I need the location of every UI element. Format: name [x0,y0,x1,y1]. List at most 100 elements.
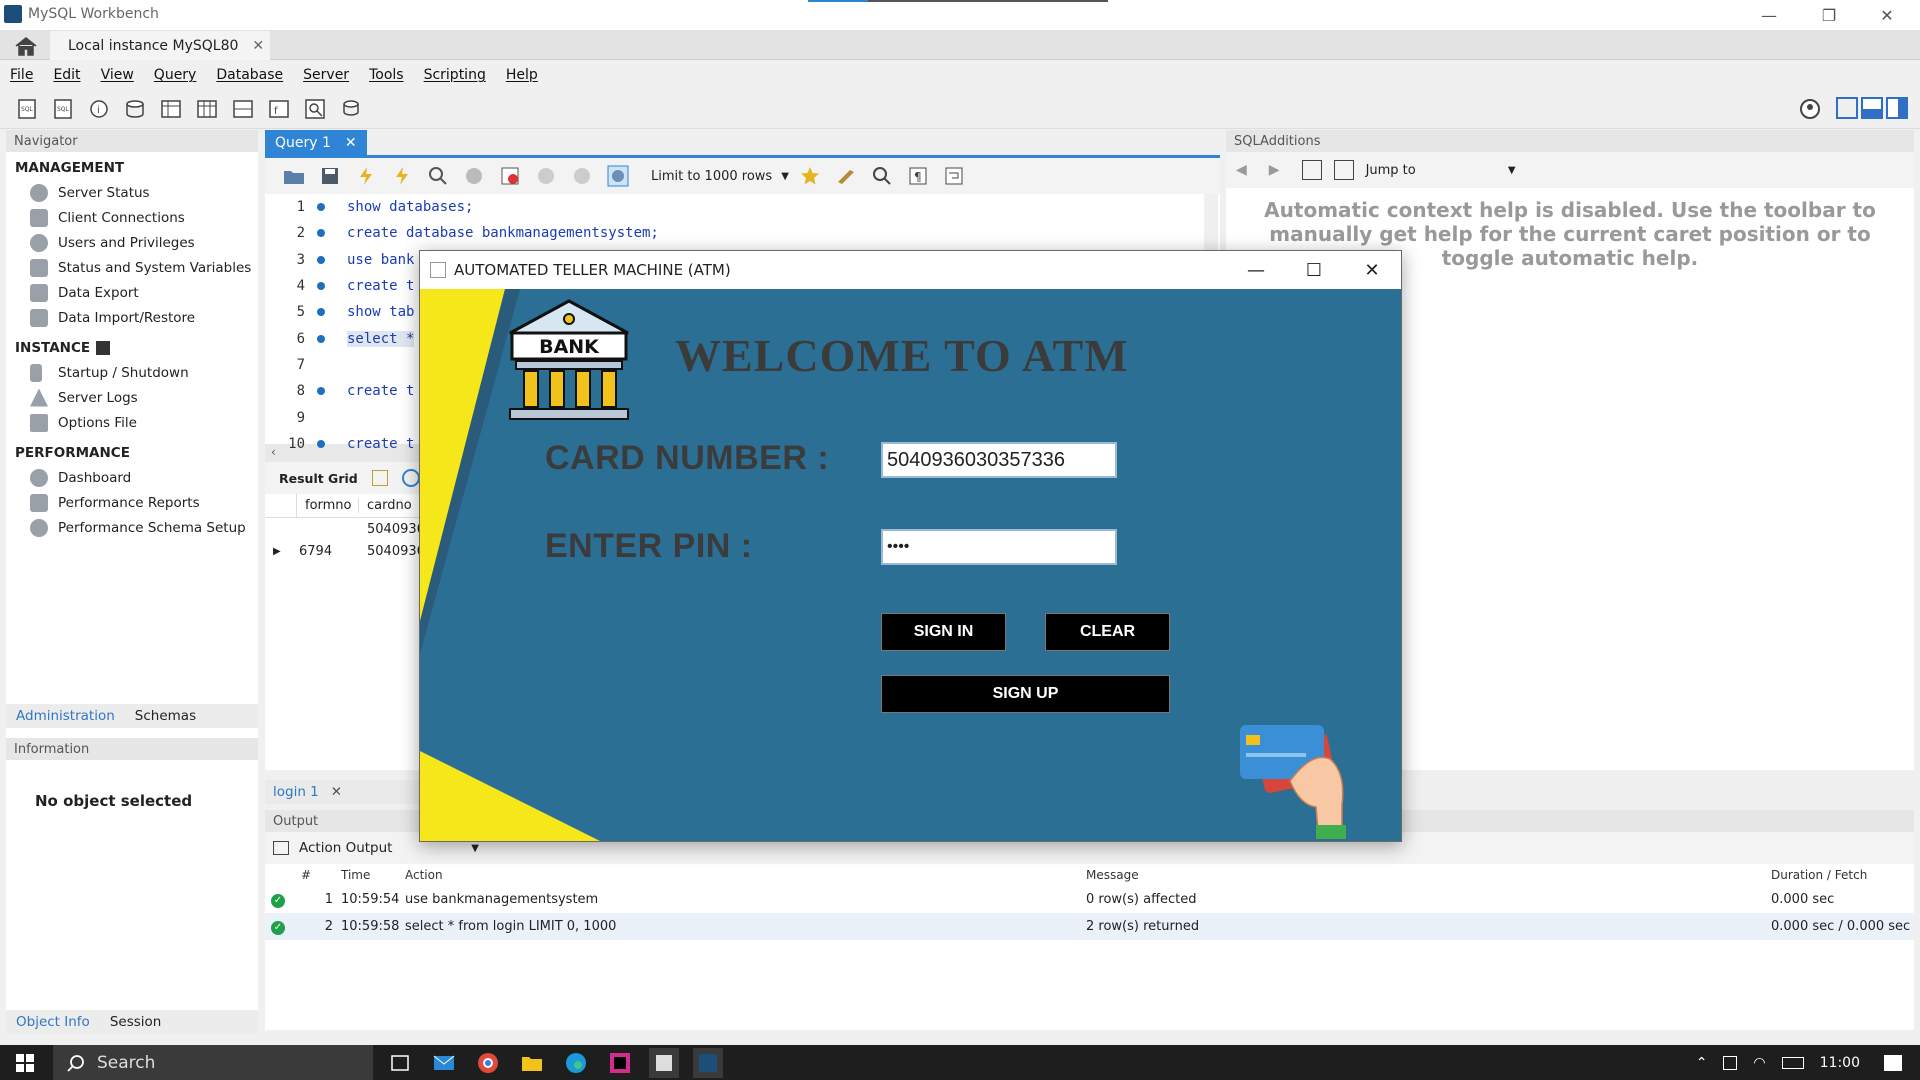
tab-query-1[interactable]: Query 1 ✕ [265,129,367,156]
java-app-task-icon[interactable] [649,1047,679,1078]
minimize-button[interactable]: — [1740,0,1798,30]
layout-toggle-icons[interactable] [1836,97,1908,119]
action-output-select[interactable]: Action Output ▼ [299,840,479,856]
clear-button[interactable]: CLEAR [1045,613,1170,651]
inspector-icon[interactable]: i [84,94,114,124]
mail-icon[interactable] [429,1048,459,1078]
menu-view[interactable]: View [101,67,134,83]
device-icon[interactable] [1723,1055,1738,1070]
nav-dashboard[interactable]: Dashboard [6,465,258,490]
reconnect-icon[interactable] [336,94,366,124]
workbench-task-icon[interactable] [693,1047,723,1078]
menu-file[interactable]: File [10,67,33,83]
notification-icon[interactable] [1884,1054,1902,1071]
refresh-icon[interactable] [401,469,420,487]
chevron-up-icon[interactable]: ⌃ [1696,1055,1708,1071]
beautify-icon[interactable] [831,161,861,191]
invisible-chars-icon[interactable]: ¶ [903,161,933,191]
toggle-error-icon[interactable] [495,161,525,191]
create-function-icon[interactable]: f [264,94,294,124]
sign-up-button[interactable]: SIGN UP [881,675,1170,713]
rollback-icon[interactable] [567,161,597,191]
save-icon[interactable] [315,161,345,191]
open-sql-script-icon[interactable]: SQL [48,94,78,124]
menu-database[interactable]: Database [216,67,283,83]
close-tab-icon[interactable]: ✕ [345,135,357,151]
output-row[interactable]: ✓ 2 10:59:58 select * from login LIMIT 0, … [265,913,1914,940]
explain-icon[interactable] [423,161,453,191]
task-view-icon[interactable] [385,1048,415,1078]
limit-rows-select[interactable]: Limit to 1000 rows ▼ [645,163,795,189]
open-folder-icon[interactable] [279,161,309,191]
tab-schemas[interactable]: Schemas [125,708,206,724]
jump-to-select[interactable]: Jump to ▼ [1366,163,1516,178]
card-number-input[interactable]: 5040936030357336 [881,442,1117,478]
nav-client-connections[interactable]: Client Connections [6,205,258,230]
tab-object-info[interactable]: Object Info [6,1014,100,1030]
taskbar-search[interactable]: Search [53,1045,373,1080]
user-icon[interactable] [1798,97,1822,121]
sign-in-button[interactable]: SIGN IN [881,613,1006,651]
tab-session[interactable]: Session [100,1014,172,1030]
edge-icon[interactable] [561,1048,591,1078]
chrome-icon[interactable] [473,1048,503,1078]
nav-performance-schema-setup[interactable]: Performance Schema Setup [6,515,258,540]
nav-data-import[interactable]: Data Import/Restore [6,305,258,330]
close-tab-icon[interactable]: ✕ [331,784,342,800]
commit-icon[interactable] [531,161,561,191]
forward-icon[interactable]: ▶ [1269,162,1280,178]
nav-performance-reports[interactable]: Performance Reports [6,490,258,515]
atm-minimize-button[interactable]: — [1227,260,1285,281]
keyboard-icon[interactable] [1781,1056,1804,1069]
execute-current-icon[interactable] [387,161,417,191]
atm-maximize-button[interactable]: ☐ [1285,260,1343,281]
nav-users-privileges[interactable]: Users and Privileges [6,230,258,255]
new-sql-tab-icon[interactable]: SQL [12,94,42,124]
search-table-data-icon[interactable] [300,94,330,124]
nav-data-export[interactable]: Data Export [6,280,258,305]
wrap-icon[interactable] [939,161,969,191]
connection-tab[interactable]: Local instance MySQL80 ✕ [50,31,270,60]
create-view-icon[interactable] [192,94,222,124]
stop-icon[interactable] [459,161,489,191]
menu-tools[interactable]: Tools [369,67,404,83]
file-explorer-icon[interactable] [517,1048,547,1078]
execute-icon[interactable] [351,161,381,191]
copy-icon[interactable] [273,841,289,855]
home-icon[interactable] [14,36,38,56]
atm-close-button[interactable]: ✕ [1343,260,1401,281]
nav-server-logs[interactable]: Server Logs [6,385,258,410]
intellij-icon[interactable] [605,1048,635,1078]
nav-server-status[interactable]: Server Status [6,180,258,205]
table-cell[interactable]: 6794 [297,544,359,559]
nav-startup-shutdown[interactable]: Startup / Shutdown [6,360,258,385]
create-table-icon[interactable] [156,94,186,124]
create-procedure-icon[interactable] [228,94,258,124]
auto-help-icon[interactable] [1333,160,1354,180]
nav-options-file[interactable]: Options File [6,410,258,435]
close-tab-icon[interactable]: ✕ [252,38,264,54]
column-header[interactable]: cardno [359,498,412,513]
back-icon[interactable]: ◀ [1236,162,1247,178]
autocommit-icon[interactable] [603,161,633,191]
menu-help[interactable]: Help [506,67,538,83]
menu-scripting[interactable]: Scripting [424,67,486,83]
output-row[interactable]: ✓ 1 10:59:54 use bankmanagementsystem 0 row… [265,886,1914,913]
start-icon[interactable] [10,1048,40,1078]
grid-icon[interactable] [371,470,388,486]
create-schema-icon[interactable] [120,94,150,124]
find-icon[interactable] [867,161,897,191]
manual-help-icon[interactable] [1301,160,1322,180]
close-button[interactable]: ✕ [1858,0,1916,30]
pin-input[interactable]: •••• [881,529,1117,565]
restore-button[interactable]: ❐ [1800,0,1858,30]
menu-query[interactable]: Query [154,67,197,83]
column-header[interactable]: formno [297,498,359,513]
add-snippet-icon[interactable] [795,161,825,191]
wifi-icon[interactable]: ◠ [1753,1055,1765,1071]
result-grid-label[interactable]: Result Grid [279,471,358,486]
menu-server[interactable]: Server [303,67,349,83]
menu-edit[interactable]: Edit [53,67,80,83]
tab-login-1[interactable]: login 1 [273,784,319,800]
tab-administration[interactable]: Administration [6,708,125,724]
